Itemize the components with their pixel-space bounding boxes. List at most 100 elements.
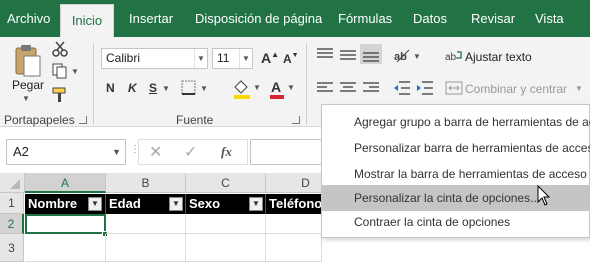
clipboard-launcher-icon[interactable] bbox=[79, 116, 87, 124]
paste-dropdown-icon[interactable]: ▼ bbox=[22, 94, 30, 103]
enter-icon[interactable]: ✓ bbox=[184, 142, 197, 162]
ribbon-tabs: Archivo Inicio Insertar Disposición de p… bbox=[0, 0, 590, 37]
cell[interactable] bbox=[266, 214, 322, 234]
group-separator bbox=[306, 43, 307, 125]
svg-text:ab: ab bbox=[394, 51, 407, 63]
font-group-label: Fuente bbox=[176, 113, 214, 127]
menu-item-label: Personalizar barra de herramientas de ac… bbox=[354, 141, 590, 155]
shrink-font-icon[interactable]: A▼ bbox=[283, 52, 299, 66]
borders-icon[interactable]: ▼ bbox=[181, 80, 211, 96]
menu-item-customize-qat[interactable]: Personalizar barra de herramientas de ac… bbox=[322, 135, 590, 161]
merge-center-button[interactable]: Combinar y centrar bbox=[465, 82, 567, 96]
table-header-cell[interactable]: Teléfono bbox=[266, 194, 326, 214]
svg-text:▼: ▼ bbox=[200, 84, 208, 93]
orientation-icon[interactable]: ab ▼ bbox=[393, 46, 423, 64]
increase-indent-icon[interactable] bbox=[416, 80, 434, 96]
filter-dropdown-icon[interactable]: ▼ bbox=[169, 197, 183, 211]
column-header-a[interactable]: A bbox=[25, 173, 106, 193]
clipboard-group-label: Portapapeles bbox=[4, 113, 75, 127]
tab-datos[interactable]: Datos bbox=[413, 0, 447, 37]
active-cell-a2[interactable] bbox=[25, 214, 106, 234]
menu-item-label: Personalizar la cinta de opciones... bbox=[354, 191, 541, 205]
format-painter-icon[interactable] bbox=[51, 86, 69, 104]
svg-text:ab: ab bbox=[445, 52, 457, 63]
font-size-value: 11 bbox=[217, 51, 230, 65]
group-separator bbox=[93, 43, 94, 125]
name-box-value: A2 bbox=[13, 144, 29, 159]
cancel-icon[interactable]: ✕ bbox=[149, 142, 162, 162]
font-color-icon[interactable]: A ▼ bbox=[268, 78, 298, 100]
underline-button[interactable]: S bbox=[149, 81, 157, 95]
column-header-b[interactable]: B bbox=[106, 173, 186, 193]
font-size-combo[interactable]: 11 ▼ bbox=[212, 48, 253, 69]
menu-item-collapse-ribbon[interactable]: Contraer la cinta de opciones bbox=[322, 209, 590, 235]
font-name-combo[interactable]: Calibri ▼ bbox=[101, 48, 208, 69]
name-box[interactable]: A2 ▼ bbox=[6, 139, 126, 165]
tab-vista[interactable]: Vista bbox=[535, 0, 564, 37]
mouse-cursor-icon bbox=[537, 184, 551, 207]
paste-icon[interactable] bbox=[12, 42, 42, 80]
cell[interactable] bbox=[186, 234, 266, 262]
select-all-corner[interactable] bbox=[0, 173, 25, 193]
cut-icon[interactable] bbox=[51, 40, 69, 58]
svg-text:A: A bbox=[271, 79, 281, 95]
header-nombre: Nombre bbox=[28, 196, 78, 211]
filter-dropdown-icon[interactable]: ▼ bbox=[249, 197, 263, 211]
filter-dropdown-icon[interactable]: ▼ bbox=[88, 197, 102, 211]
copy-icon[interactable]: ▼ bbox=[51, 62, 81, 80]
decrease-indent-icon[interactable] bbox=[393, 80, 411, 96]
formula-buttons: ✕ ✓ fx bbox=[138, 139, 248, 165]
tab-formulas[interactable]: Fórmulas bbox=[338, 0, 392, 37]
tab-revisar[interactable]: Revisar bbox=[471, 0, 515, 37]
column-header-c[interactable]: C bbox=[186, 173, 266, 193]
align-center-icon[interactable] bbox=[339, 81, 357, 95]
menu-item-show-qat-below[interactable]: Mostrar la barra de herramientas de acce… bbox=[322, 161, 590, 187]
row-header-3[interactable]: 3 bbox=[0, 234, 24, 262]
tab-disposicion[interactable]: Disposición de página bbox=[195, 0, 322, 37]
menu-item-label: Mostrar la barra de herramientas de acce… bbox=[354, 167, 590, 181]
header-telefono: Teléfono bbox=[269, 196, 323, 211]
excel-window: Archivo Inicio Insertar Disposición de p… bbox=[0, 0, 590, 262]
wrap-text-button[interactable]: Ajustar texto bbox=[465, 50, 532, 64]
menu-item-add-group-qat[interactable]: Agregar grupo a barra de herramientas de… bbox=[322, 109, 590, 135]
table-header-cell[interactable]: Edad ▼ bbox=[106, 194, 186, 214]
cell[interactable] bbox=[106, 214, 186, 234]
table-header-cell[interactable]: Sexo ▼ bbox=[186, 194, 266, 214]
align-left-icon[interactable] bbox=[316, 81, 334, 95]
align-top-icon[interactable] bbox=[316, 46, 334, 62]
cell[interactable] bbox=[186, 214, 266, 234]
header-edad: Edad bbox=[109, 196, 141, 211]
cell[interactable] bbox=[106, 234, 186, 262]
italic-button[interactable]: K bbox=[128, 81, 137, 95]
svg-text:▼: ▼ bbox=[253, 83, 261, 92]
header-sexo: Sexo bbox=[189, 196, 221, 211]
merge-icon[interactable] bbox=[445, 81, 463, 95]
fill-color-icon[interactable]: ▼ bbox=[232, 78, 262, 100]
align-right-icon[interactable] bbox=[362, 81, 380, 95]
chevron-down-icon: ▼ bbox=[194, 49, 207, 68]
align-bottom-icon[interactable] bbox=[360, 44, 382, 64]
underline-dropdown-icon[interactable]: ▼ bbox=[162, 84, 170, 93]
align-middle-icon[interactable] bbox=[339, 46, 357, 62]
grow-font-icon[interactable]: A▲ bbox=[261, 50, 279, 66]
font-name-value: Calibri bbox=[106, 51, 141, 65]
merge-dropdown-icon[interactable]: ▼ bbox=[575, 84, 583, 93]
tab-insertar[interactable]: Insertar bbox=[129, 0, 173, 37]
row-header-1[interactable]: 1 bbox=[0, 193, 24, 214]
bold-button[interactable]: N bbox=[106, 81, 115, 95]
chevron-down-icon: ▼ bbox=[112, 147, 121, 157]
tab-inicio[interactable]: Inicio bbox=[60, 4, 114, 37]
svg-text:▼: ▼ bbox=[287, 83, 295, 92]
table-header-cell[interactable]: Nombre ▼ bbox=[25, 194, 106, 214]
insert-function-button[interactable]: fx bbox=[221, 144, 232, 160]
ribbon-context-menu: Agregar grupo a barra de herramientas de… bbox=[321, 104, 590, 238]
tab-archivo[interactable]: Archivo bbox=[7, 0, 50, 37]
cell[interactable] bbox=[266, 234, 322, 262]
wrap-text-icon[interactable]: ab bbox=[445, 48, 463, 64]
font-launcher-icon[interactable] bbox=[292, 116, 300, 124]
row-header-2[interactable]: 2 bbox=[0, 214, 24, 234]
svg-text:▼: ▼ bbox=[413, 52, 421, 61]
cell[interactable] bbox=[25, 234, 106, 262]
paste-label[interactable]: Pegar bbox=[12, 78, 44, 92]
svg-text:▼: ▼ bbox=[71, 67, 79, 76]
